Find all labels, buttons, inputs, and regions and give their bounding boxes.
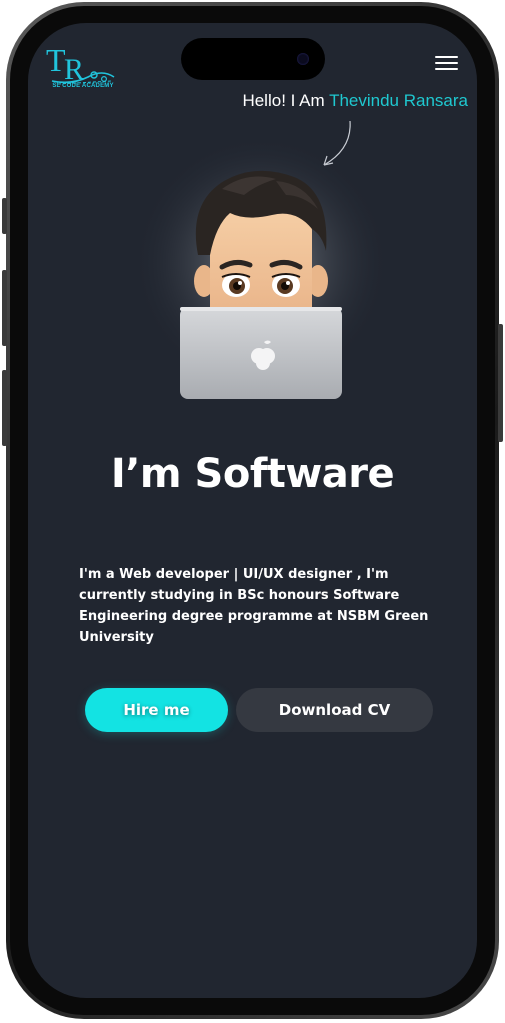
phone-frame: T R SL CODE ACADEMY Hello! I Am Thevindu… — [2, 2, 503, 1019]
hero-bio: I'm a Web developer | UI/UX designer , I… — [79, 567, 429, 645]
camera-icon — [297, 53, 309, 65]
dynamic-island — [181, 38, 325, 80]
menu-button[interactable] — [432, 53, 462, 75]
greeting: Hello! I Am Thevindu Ransara — [178, 91, 468, 111]
greeting-prefix: Hello! I Am — [242, 91, 330, 110]
action-button — [2, 198, 7, 234]
volume-up-button — [2, 270, 7, 346]
hero-headline: I’m Software — [110, 451, 395, 497]
brand-logo[interactable]: T R SL CODE ACADEMY — [42, 37, 124, 93]
hire-me-button[interactable]: Hire me — [85, 688, 228, 732]
logo-emblem-icon: T R — [46, 42, 115, 86]
power-button — [498, 324, 503, 442]
greeting-name: Thevindu Ransara — [329, 91, 468, 110]
memoji-laptop-avatar — [133, 143, 389, 399]
logo-caption: SL CODE ACADEMY — [52, 83, 114, 89]
download-cv-button[interactable]: Download CV — [236, 688, 433, 732]
hamburger-menu-icon — [435, 56, 458, 58]
svg-text:T: T — [46, 42, 66, 78]
volume-down-button — [2, 370, 7, 446]
screen: T R SL CODE ACADEMY Hello! I Am Thevindu… — [28, 23, 477, 998]
